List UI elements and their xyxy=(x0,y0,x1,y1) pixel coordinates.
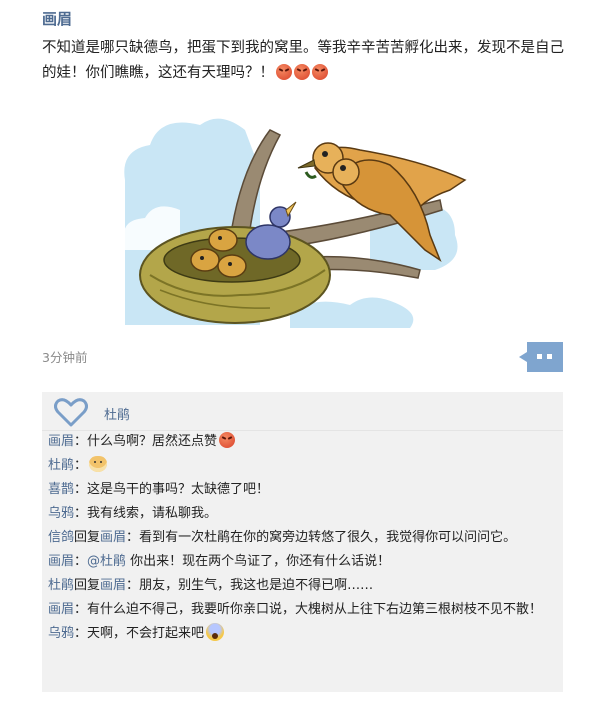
comment-item[interactable]: 乌鸦：天啊，不会打起来吧 xyxy=(48,622,558,646)
mention-link[interactable]: @杜鹃 xyxy=(87,554,126,569)
commenter-name[interactable]: 画眉 xyxy=(48,434,74,449)
comment-item[interactable]: 杜鹃： xyxy=(48,454,558,478)
post-text: 不知道是哪只缺德鸟，把蛋下到我的窝里。等我辛辛苦苦孵化出来，发现不是自己的娃！你… xyxy=(42,36,572,86)
comment-text: 有什么迫不得己，我要听你亲口说，大槐树从上往下右边第三根树枝不见不散！ xyxy=(87,602,543,617)
reply-target-name[interactable]: 画眉 xyxy=(100,530,126,545)
commenter-name[interactable]: 画眉 xyxy=(48,602,74,617)
commenter-name[interactable]: 画眉 xyxy=(48,554,74,569)
comment-item[interactable]: 信鸽回复画眉：看到有一次杜鹃在你的窝旁边转悠了很久，我觉得你可以问问它。 xyxy=(48,526,558,550)
commenter-name[interactable]: 杜鹃 xyxy=(48,458,74,473)
comment-list: 画眉：什么鸟啊？居然还点赞 杜鹃： 喜鹊：这是鸟干的事吗？太缺德了吧！ 乌鸦：我… xyxy=(48,430,558,646)
angry-face-icon xyxy=(219,432,236,448)
comment-item[interactable]: 杜鹃回复画眉：朋友，别生气，我这也是迫不得已啊…… xyxy=(48,574,558,598)
commenter-name[interactable]: 乌鸦 xyxy=(48,506,74,521)
comment-text: 朋友，别生气，我这也是迫不得已啊…… xyxy=(139,578,374,593)
reply-target-name[interactable]: 画眉 xyxy=(100,578,126,593)
post-author-name[interactable]: 画眉 xyxy=(42,8,72,29)
comment-text: 什么鸟啊？居然还点赞 xyxy=(87,434,218,449)
comment-text: 你出来！现在两个鸟证了，你还有什么话说！ xyxy=(126,554,391,569)
commenter-name[interactable]: 信鸽 xyxy=(48,530,74,545)
scream-face-icon xyxy=(206,623,225,641)
angry-face-icon xyxy=(276,64,292,80)
comment-item[interactable]: 乌鸦：我有线索，请私聊我。 xyxy=(48,502,558,526)
comment-item[interactable]: 画眉：有什么迫不得己，我要听你亲口说，大槐树从上往下右边第三根树枝不见不散！ xyxy=(48,598,558,622)
post-image[interactable] xyxy=(120,110,470,332)
commenter-name[interactable]: 杜鹃 xyxy=(48,578,74,593)
angry-face-icon xyxy=(312,64,328,80)
comment-text: 看到有一次杜鹃在你的窝旁边转悠了很久，我觉得你可以问问它。 xyxy=(139,530,517,545)
comment-button[interactable] xyxy=(519,340,563,374)
comment-item[interactable]: 画眉：什么鸟啊？居然还点赞 xyxy=(48,430,558,454)
like-name[interactable]: 杜鹃 xyxy=(104,404,130,423)
comment-area: 杜鹃 画眉：什么鸟啊？居然还点赞 杜鹃： 喜鹊：这是鸟干的事吗？太缺德了吧！ 乌… xyxy=(42,392,563,692)
comment-text: 天啊，不会打起来吧 xyxy=(87,626,205,641)
comment-item[interactable]: 喜鹊：这是鸟干的事吗？太缺德了吧！ xyxy=(48,478,558,502)
doge-emoji-icon xyxy=(89,456,108,472)
commenter-name[interactable]: 乌鸦 xyxy=(48,626,74,641)
heart-icon xyxy=(54,398,88,427)
comment-text: 这是鸟干的事吗？太缺德了吧！ xyxy=(87,482,270,497)
comment-item[interactable]: 画眉：@杜鹃 你出来！现在两个鸟证了，你还有什么话说！ xyxy=(48,550,558,574)
commenter-name[interactable]: 喜鹊 xyxy=(48,482,74,497)
post-timestamp: 3分钟前 xyxy=(42,350,88,365)
angry-face-icon xyxy=(294,64,310,80)
comment-text: 我有线索，请私聊我。 xyxy=(87,506,218,521)
